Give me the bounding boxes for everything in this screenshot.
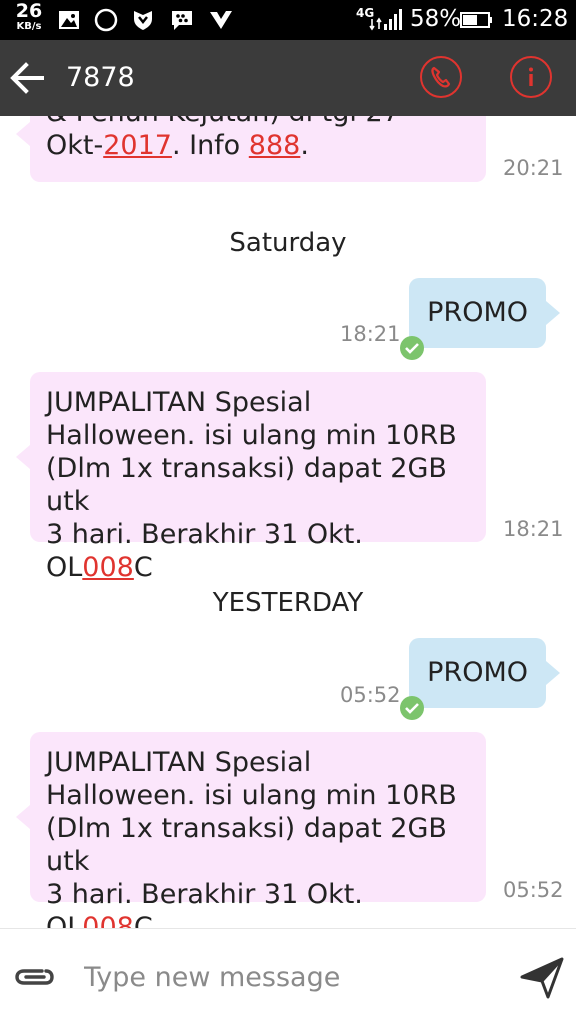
message-time: 18:21	[503, 517, 564, 541]
call-button[interactable]	[420, 56, 462, 98]
clock: 16:28	[502, 6, 569, 32]
send-icon[interactable]	[518, 953, 566, 1001]
battery-icon	[460, 12, 492, 28]
message-line: 3 hari. Berakhir 31 Okt. OL008C	[46, 878, 470, 928]
network-speed-value: 26	[15, 0, 43, 22]
message-text: C	[133, 552, 153, 583]
outgoing-message[interactable]: PROMO	[409, 638, 560, 708]
message-line: (Dlm 1x transaksi) dapat 2GB utk	[46, 453, 447, 517]
delivered-check-icon	[400, 336, 424, 360]
message-line: Okt-2017. Info 888.	[46, 129, 470, 162]
message-link[interactable]: 2017	[103, 130, 172, 161]
message-line: Halloween. isi ulang min 10RB	[46, 780, 457, 811]
message-link[interactable]: 008	[82, 552, 134, 583]
message-line: & Penuh Kejutan) di tgl 27	[46, 116, 470, 129]
outgoing-message[interactable]: PROMO	[409, 278, 560, 348]
message-link[interactable]: 008	[82, 912, 134, 928]
direct-arrow-icon	[210, 11, 232, 29]
info-button[interactable]	[510, 56, 552, 98]
bbm-icon	[172, 11, 192, 30]
battery-percentage: 58%	[410, 6, 462, 32]
message-link[interactable]: 888	[249, 130, 301, 161]
message-thread[interactable]: & Penuh Kejutan) di tgl 27 Okt-2017. Inf…	[0, 116, 576, 928]
contact-title: 7878	[66, 62, 135, 93]
message-time: 18:21	[340, 322, 401, 346]
status-bar: 26 KB/s 4G 58% 16:28	[0, 0, 576, 40]
message-input[interactable]	[84, 959, 484, 995]
network-speed-unit: KB/s	[16, 21, 42, 32]
info-icon	[529, 67, 533, 86]
shield-icon	[134, 11, 152, 30]
message-text: Okt-	[46, 130, 104, 161]
compose-bar	[0, 928, 576, 1025]
network-speed: 26 KB/s	[12, 2, 46, 32]
message-text: .	[300, 130, 309, 161]
message-line: JUMPALITAN Spesial	[46, 747, 312, 778]
circle-notification-icon	[94, 8, 118, 32]
conversation-header: 7878	[0, 40, 576, 116]
message-text: . Info	[171, 130, 249, 161]
message-line: JUMPALITAN Spesial	[46, 387, 312, 418]
date-separator: Saturday	[229, 228, 347, 258]
message-text: C	[133, 912, 153, 928]
back-arrow-icon[interactable]	[8, 60, 44, 96]
gallery-icon	[59, 11, 79, 29]
message-line: 3 hari. Berakhir 31 Okt. OL008C	[46, 518, 470, 584]
message-time: 05:52	[503, 878, 564, 902]
paperclip-icon[interactable]	[12, 963, 56, 991]
message-time: 05:52	[340, 683, 401, 707]
incoming-message[interactable]: & Penuh Kejutan) di tgl 27 Okt-2017. Inf…	[16, 116, 486, 182]
message-time: 20:21	[503, 156, 564, 180]
incoming-message[interactable]: JUMPALITAN Spesial Halloween. isi ulang …	[16, 372, 486, 583]
signal-icon	[369, 9, 402, 31]
message-line: (Dlm 1x transaksi) dapat 2GB utk	[46, 813, 447, 877]
delivered-check-icon	[400, 696, 424, 720]
date-separator: YESTERDAY	[212, 588, 364, 618]
phone-icon	[431, 66, 451, 88]
message-line: Halloween. isi ulang min 10RB	[46, 420, 457, 451]
incoming-message[interactable]: JUMPALITAN Spesial Halloween. isi ulang …	[16, 732, 486, 928]
